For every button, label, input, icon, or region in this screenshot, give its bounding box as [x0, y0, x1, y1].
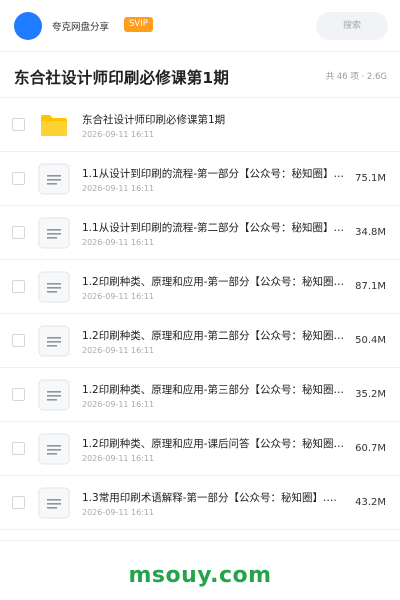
item-name: 1.2印刷种类、原理和应用-第三部分【公众号：秘知圈】.mp4 [82, 384, 344, 396]
item-size: 87.1M [355, 281, 386, 292]
select-checkbox[interactable] [12, 172, 25, 185]
svip-badge: SVIP [124, 17, 153, 32]
item-date: 2026-09-11 16:11 [82, 346, 155, 355]
item-size: 60.7M [355, 443, 386, 454]
item-name: 1.2印刷种类、原理和应用-课后问答【公众号：秘知圈】.mp4 [82, 438, 344, 450]
document-icon [38, 325, 70, 357]
footer: msouy.com [0, 540, 400, 600]
list-item[interactable]: 1.2印刷种类、原理和应用-第一部分【公众号：秘知圈】.mp4 2026-09-… [0, 260, 400, 314]
list-item[interactable]: 1.3常用印刷术语解释-第一部分【公众号：秘知圈】.mp4 2026-09-11… [0, 476, 400, 530]
app-header: 夸克网盘分享 SVIP [0, 0, 400, 52]
list-item[interactable]: 1.2印刷种类、原理和应用-第二部分【公众号：秘知圈】.mp4 2026-09-… [0, 314, 400, 368]
select-checkbox[interactable] [12, 496, 25, 509]
document-icon [38, 433, 70, 465]
file-list: 东合社设计师印刷必修课第1期 2026-09-11 16:11 1.1从设计到印… [0, 98, 400, 530]
select-checkbox[interactable] [12, 334, 25, 347]
item-name: 1.3常用印刷术语解释-第一部分【公众号：秘知圈】.mp4 [82, 492, 344, 504]
item-size: 35.2M [355, 389, 386, 400]
item-date: 2026-09-11 16:11 [82, 238, 155, 247]
folder-icon [38, 109, 70, 141]
list-item[interactable]: 东合社设计师印刷必修课第1期 2026-09-11 16:11 [0, 98, 400, 152]
item-name: 1.1从设计到印刷的流程-第二部分【公众号：秘知圈】.mp4 [82, 222, 344, 234]
item-size: 34.8M [355, 227, 386, 238]
item-name: 1.2印刷种类、原理和应用-第一部分【公众号：秘知圈】.mp4 [82, 276, 344, 288]
item-date: 2026-09-11 16:11 [82, 400, 155, 409]
select-checkbox[interactable] [12, 280, 25, 293]
brand-name: 夸克网盘分享 [52, 22, 110, 33]
document-icon [38, 379, 70, 411]
item-name: 东合社设计师印刷必修课第1期 [82, 114, 226, 126]
list-item[interactable]: 1.1从设计到印刷的流程-第一部分【公众号：秘知圈】.mp4 2026-09-1… [0, 152, 400, 206]
page-title: 东合社设计师印刷必修课第1期 [14, 69, 230, 87]
folder-summary: 共 46 项 · 2.6G [325, 72, 387, 82]
item-name: 1.1从设计到印刷的流程-第一部分【公众号：秘知圈】.mp4 [82, 168, 344, 180]
select-checkbox[interactable] [12, 442, 25, 455]
item-name: 1.2印刷种类、原理和应用-第二部分【公众号：秘知圈】.mp4 [82, 330, 344, 342]
list-item[interactable]: 1.2印刷种类、原理和应用-第三部分【公众号：秘知圈】.mp4 2026-09-… [0, 368, 400, 422]
select-checkbox[interactable] [12, 118, 25, 131]
item-date: 2026-09-11 16:11 [82, 292, 155, 301]
folder-title-bar: 东合社设计师印刷必修课第1期 共 46 项 · 2.6G [0, 52, 400, 98]
document-icon [38, 163, 70, 195]
select-checkbox[interactable] [12, 226, 25, 239]
search-input[interactable] [316, 12, 388, 40]
select-checkbox[interactable] [12, 388, 25, 401]
document-icon [38, 487, 70, 519]
list-item[interactable]: 1.1从设计到印刷的流程-第二部分【公众号：秘知圈】.mp4 2026-09-1… [0, 206, 400, 260]
item-date: 2026-09-11 16:11 [82, 184, 155, 193]
item-size: 50.4M [355, 335, 386, 346]
document-icon [38, 217, 70, 249]
item-size: 75.1M [355, 173, 386, 184]
item-date: 2026-09-11 16:11 [82, 130, 155, 139]
document-icon [38, 271, 70, 303]
item-date: 2026-09-11 16:11 [82, 508, 155, 517]
avatar[interactable] [14, 12, 42, 40]
watermark-text: msouy.com [128, 563, 272, 588]
item-size: 43.2M [355, 497, 386, 508]
item-date: 2026-09-11 16:11 [82, 454, 155, 463]
list-item[interactable]: 1.2印刷种类、原理和应用-课后问答【公众号：秘知圈】.mp4 2026-09-… [0, 422, 400, 476]
